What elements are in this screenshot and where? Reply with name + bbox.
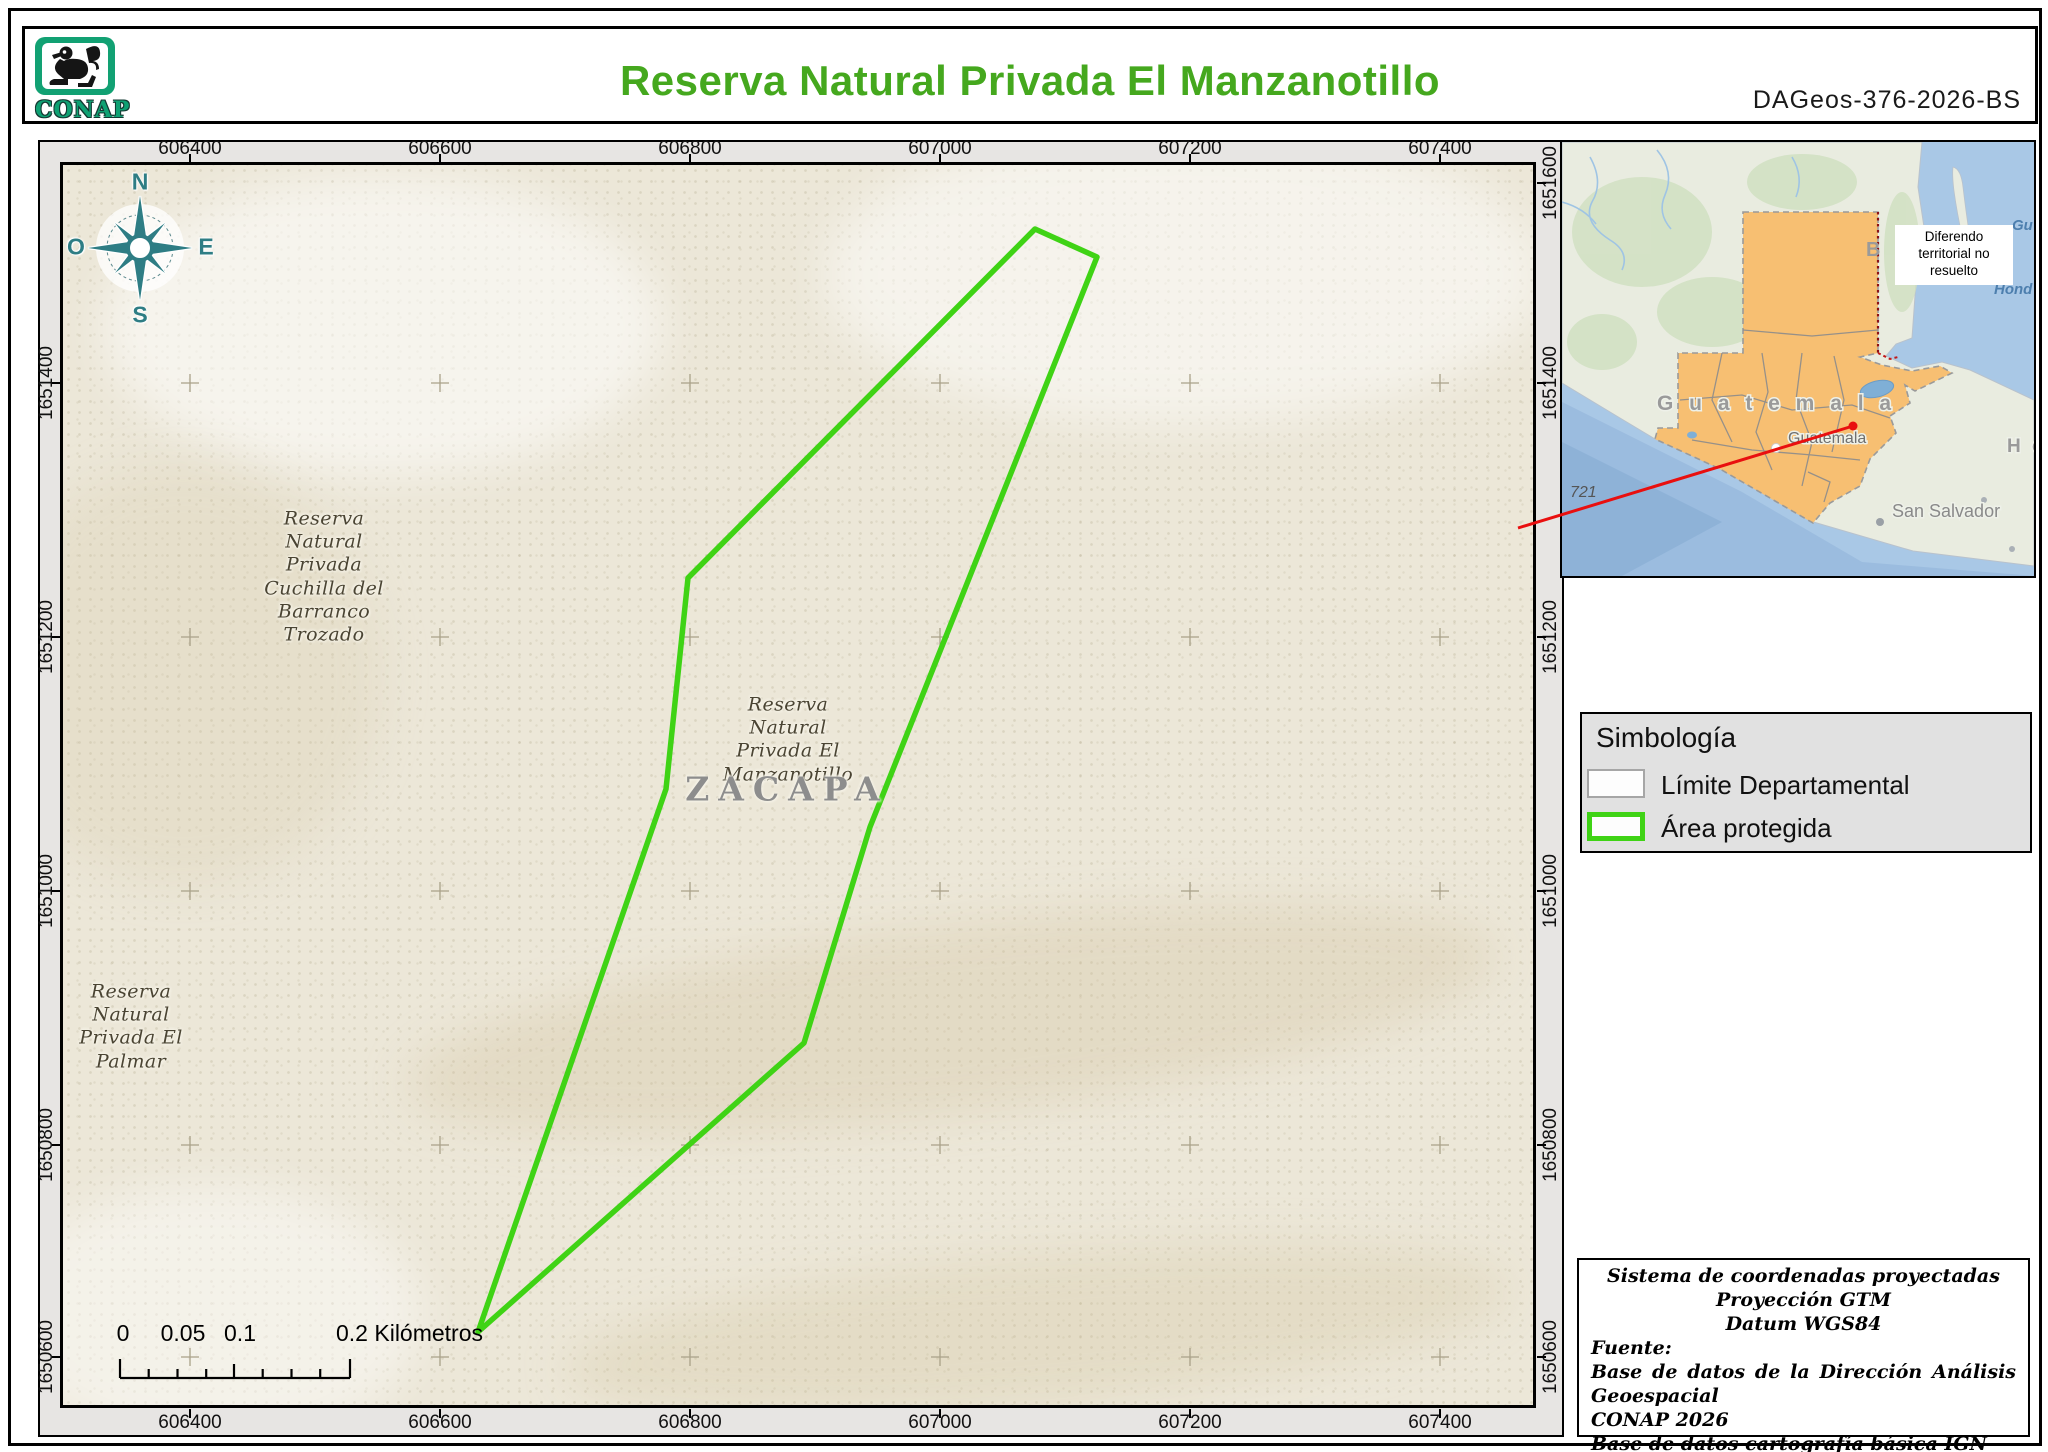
projection-info-box: Sistema de coordenadas proyectadas Proye… [1577, 1258, 2030, 1452]
inset-country-label: G u a t e m a l a [1657, 392, 1896, 415]
inset-city-label: Guatemala [1788, 430, 1866, 447]
conap-logo-frame [35, 37, 115, 95]
main-map: Reserva Natural Privada Cuchilla del Bar… [60, 162, 1536, 1408]
scalebar-label-01: 0.1 [224, 1320, 256, 1346]
inset-belize-abbr-label: B [1866, 239, 1880, 261]
inset-map-svg: G u a t e m a l a Guatemala San Salvador… [1561, 141, 2045, 576]
compass-south-label: S [132, 301, 148, 328]
info-line-source1: Base de datos de la Dirección Análisis G… [1591, 1360, 2016, 1407]
inset-san-salvador-label: San Salvador [1892, 501, 2000, 521]
compass-rose [87, 195, 193, 301]
territorial-dispute-note: Diferendo territorial no resuelto [1895, 225, 2013, 285]
title-bar: CONAP Reserva Natural Privada El Manzano… [22, 26, 2038, 124]
scalebar-unit-label: 0.2 Kilómetros [336, 1320, 484, 1346]
label-department-zacapa: ZACAPA [685, 769, 889, 809]
inset-locator-map: G u a t e m a l a Guatemala San Salvador… [1560, 140, 2045, 578]
info-line-fuente: Fuente: [1591, 1336, 1672, 1359]
legend-swatch-limite [1587, 769, 1645, 798]
inset-gulf-label: Gu [2012, 217, 2033, 234]
label-reserva-palmar: Reserva Natural Privada El Palmar [79, 980, 183, 1073]
compass-west-label: O [67, 233, 85, 260]
info-line-source3: Base de datos cartografía básica IGN 201… [1591, 1432, 1987, 1452]
scalebar-label-0: 0 [116, 1320, 130, 1346]
compass-north-label: N [131, 168, 149, 195]
info-line-source2: CONAP 2026 [1591, 1408, 1729, 1431]
legend-title: Simbología [1596, 722, 1737, 753]
conap-logo-monkey-icon [42, 43, 108, 89]
document-code: DAGeos-376-2026-BS [1752, 86, 2021, 114]
label-reserva-cuchilla: Reserva Natural Privada Cuchilla del Bar… [264, 507, 384, 646]
inset-contour-label: 721 [1570, 484, 1597, 501]
page-title: Reserva Natural Privada El Manzanotillo [619, 57, 1441, 104]
compass-east-label: E [198, 233, 214, 260]
inset-honduras-abbr-label: H o [2007, 436, 2034, 457]
map-document-page: CONAP Reserva Natural Privada El Manzano… [0, 0, 2048, 1452]
legend-swatch-area-protegida [1587, 812, 1645, 841]
info-line-projection: Proyección GTM [1716, 1288, 1891, 1311]
info-line-coordinate-system: Sistema de coordenadas proyectadas [1607, 1265, 2000, 1287]
legend-label-area-protegida: Área protegida [1661, 813, 1832, 843]
legend: Simbología Límite Departamental Área pro… [1580, 712, 2032, 853]
conap-logo: CONAP [35, 37, 129, 123]
scale-bar [118, 1359, 352, 1380]
legend-label-limite: Límite Departamental [1661, 770, 1910, 800]
conap-logo-text: CONAP [35, 97, 131, 123]
info-line-datum: Datum WGS84 [1725, 1312, 1882, 1335]
scalebar-label-005: 0.05 [160, 1320, 206, 1346]
